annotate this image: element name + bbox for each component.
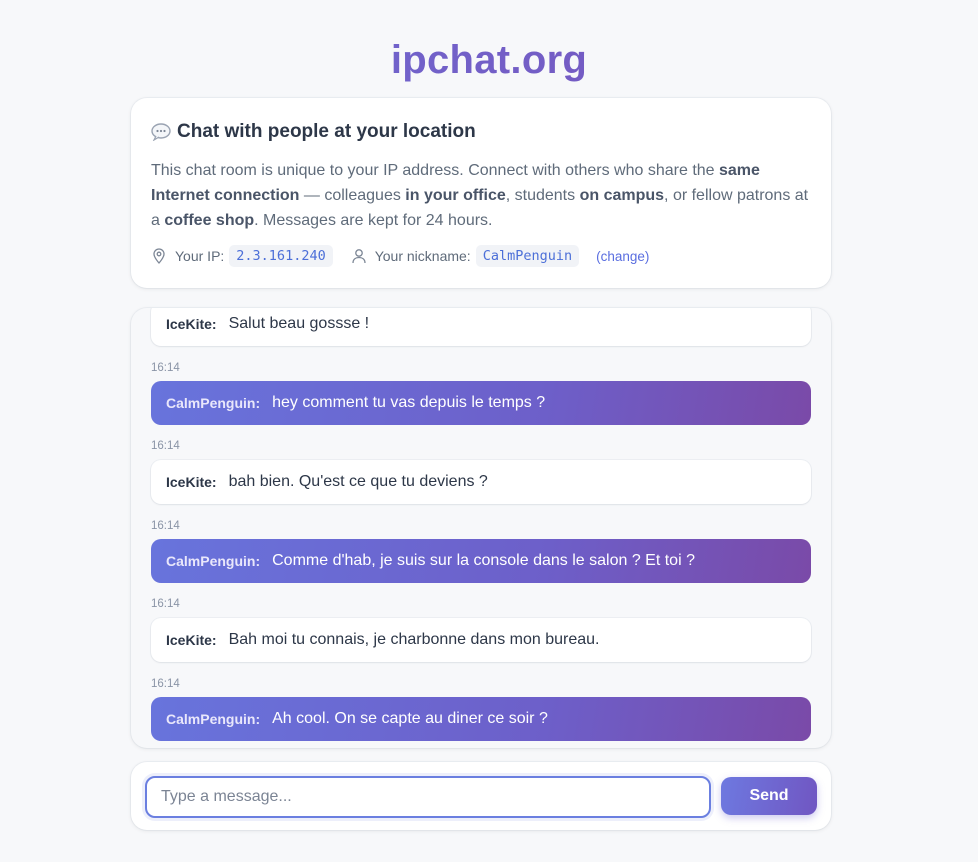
message-text: bah bien. Qu'est ce que tu deviens ? — [228, 473, 488, 490]
desc-text: This chat room is unique to your IP addr… — [151, 162, 719, 179]
desc-emphasis: coffee shop — [164, 212, 255, 229]
message-input[interactable] — [145, 776, 711, 818]
message-author: IceKite: — [166, 632, 217, 648]
meta-row: Your IP: 2.3.161.240 Your nickname: Calm… — [151, 244, 811, 268]
message-time: 16:14 — [151, 362, 180, 374]
messages-panel[interactable]: IceKite: Salut beau gossse ! 16:14 CalmP… — [131, 308, 831, 748]
message-text: Salut beau gossse ! — [228, 315, 370, 332]
message-text: Comme d'hab, je suis sur la console dans… — [272, 552, 695, 569]
nickname-label: Your nickname: — [374, 248, 471, 264]
info-card: Chat with people at your location This c… — [131, 98, 831, 288]
info-heading: Chat with people at your location — [151, 120, 811, 144]
location-pin-icon — [151, 248, 167, 264]
message-item: CalmPenguin: Comme d'hab, je suis sur la… — [151, 539, 811, 583]
compose-bar: Send — [131, 762, 831, 830]
message-author: IceKite: — [166, 474, 217, 490]
message-author: CalmPenguin: — [166, 711, 261, 727]
message-author: CalmPenguin: — [166, 395, 261, 411]
message-item: CalmPenguin: hey comment tu vas depuis l… — [151, 381, 811, 425]
message-text: Ah cool. On se capte au diner ce soir ? — [272, 710, 548, 727]
desc-emphasis: in your office — [405, 187, 506, 204]
message-item: IceKite: Salut beau gossse ! — [151, 308, 811, 346]
message-text: Bah moi tu connais, je charbonne dans mo… — [228, 631, 600, 648]
ip-label: Your IP: — [175, 248, 225, 264]
speech-bubble-icon — [151, 123, 171, 142]
info-description: This chat room is unique to your IP addr… — [151, 158, 811, 233]
desc-text: , students — [505, 187, 580, 204]
message-time: 16:14 — [151, 678, 180, 690]
user-icon — [351, 248, 367, 264]
message-author: CalmPenguin: — [166, 553, 261, 569]
info-heading-text: Chat with people at your location — [177, 121, 476, 142]
change-nickname-link[interactable]: (change) — [596, 249, 649, 264]
desc-text: — colleagues — [299, 187, 406, 204]
site-title: ipchat.org — [0, 38, 978, 83]
message-author: IceKite: — [166, 316, 217, 332]
message-item: CalmPenguin: Ah cool. On se capte au din… — [151, 697, 811, 741]
message-time: 16:14 — [151, 520, 180, 532]
nickname-value: CalmPenguin — [475, 245, 580, 267]
ip-value: 2.3.161.240 — [229, 245, 333, 267]
send-button[interactable]: Send — [721, 777, 817, 815]
message-time: 16:14 — [151, 598, 180, 610]
message-time: 16:14 — [151, 440, 180, 452]
desc-emphasis: on campus — [579, 187, 665, 204]
desc-text: . Messages are kept for 24 hours. — [254, 212, 493, 229]
message-item: IceKite: bah bien. Qu'est ce que tu devi… — [151, 460, 811, 504]
message-text: hey comment tu vas depuis le temps ? — [272, 394, 546, 411]
message-item: IceKite: Bah moi tu connais, je charbonn… — [151, 618, 811, 662]
